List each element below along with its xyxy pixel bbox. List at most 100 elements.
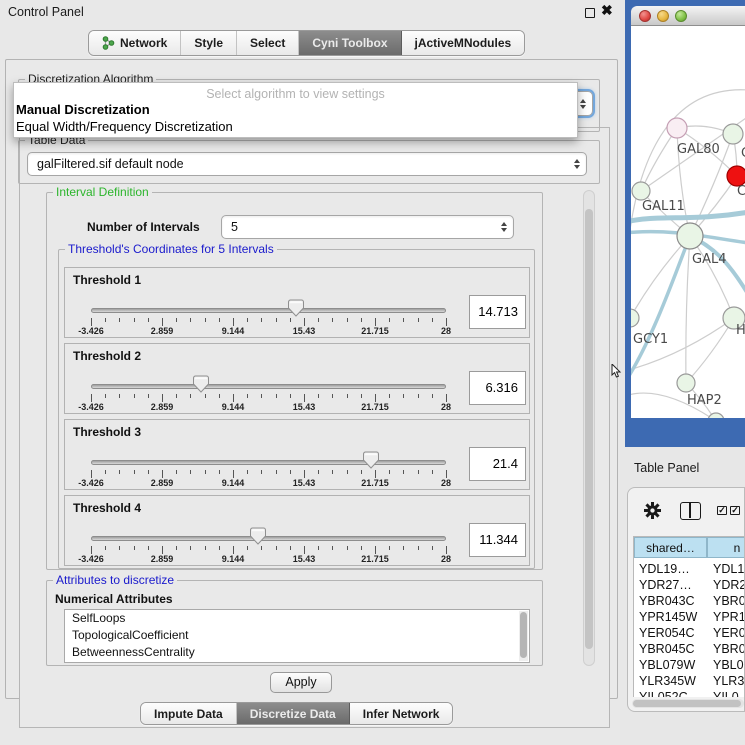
zoom-traffic-light-icon[interactable] — [675, 10, 687, 22]
cell-name: YBR0 — [713, 642, 745, 656]
tab-network[interactable]: Network — [89, 31, 181, 55]
tab-label: Infer Network — [363, 707, 440, 721]
apply-button[interactable]: Apply — [270, 672, 332, 693]
bottom-tabstrip: Impute DataDiscretize Data Infer Network — [140, 702, 453, 725]
attribute-item[interactable]: SelfLoops — [65, 610, 529, 627]
column-visibility-icon[interactable] — [680, 502, 701, 520]
table-row[interactable]: YIL052C YIL0 — [634, 690, 745, 697]
network-graph: GAL80GCGAL11GAL4GCY1HHAP2 — [631, 26, 745, 418]
panel-vertical-scrollbar[interactable] — [583, 190, 595, 666]
threshold-value-field[interactable]: 21.4 — [469, 447, 526, 481]
cell-shared-name: YDL19… — [639, 562, 690, 576]
thresholds-group: Threshold's Coordinates for 5 Intervals … — [58, 249, 535, 569]
network-node[interactable] — [727, 166, 745, 186]
cell-shared-name: YBL079W — [639, 658, 695, 672]
column-header-shared-name[interactable]: shared… — [634, 537, 707, 558]
checkbox-checked-icon[interactable]: ✓ — [717, 506, 727, 515]
cell-name: YIL0 — [713, 690, 739, 697]
table-row[interactable]: YDL19…YDL1 — [634, 562, 745, 578]
cell-shared-name: YIL052C — [639, 690, 688, 697]
algorithm-dropdown-popup: Select algorithm to view settings Manual… — [13, 82, 578, 138]
threshold-label: Threshold 4 — [73, 501, 141, 515]
table-row[interactable]: YBR045CYBR0 — [634, 642, 745, 658]
interval-definition-group: Interval Definition Number of Intervals … — [46, 192, 543, 570]
slider-thumb[interactable] — [288, 299, 304, 317]
table-row[interactable]: YER054CYER0 — [634, 626, 745, 642]
checkbox-checked-icon[interactable]: ✓ — [730, 506, 740, 515]
tab-discretize-data[interactable]: Discretize Data — [237, 703, 350, 724]
attribute-item[interactable]: TopologicalCoefficient — [65, 627, 529, 644]
threshold-panel: Threshold 2-3.4262.8599.14415.4321.71528… — [64, 343, 530, 414]
network-window-titlebar[interactable] — [631, 6, 745, 26]
control-panel-titlebar: Control Panel ✖ — [0, 0, 620, 24]
tab-label: jActiveMNodules — [415, 36, 512, 50]
table-row[interactable]: YBR043CYBR0 — [634, 594, 745, 610]
slider-track[interactable] — [91, 384, 446, 389]
tab-impute-data[interactable]: Impute Data — [141, 703, 237, 724]
tab-label: Cyni Toolbox — [312, 36, 387, 50]
algorithm-option[interactable]: Manual Discretization — [14, 101, 577, 118]
number-of-intervals-label: Number of Intervals — [87, 220, 200, 234]
network-node[interactable] — [677, 374, 695, 392]
interval-definition-label: Interval Definition — [53, 185, 152, 199]
combo-spinner-icon — [580, 92, 586, 115]
network-canvas[interactable]: GAL80GCGAL11GAL4GCY1HHAP2 — [631, 26, 745, 418]
cell-shared-name: YLR345W — [639, 674, 696, 688]
network-node[interactable] — [632, 182, 650, 200]
slider-thumb[interactable] — [193, 375, 209, 393]
tab-select[interactable]: Select — [237, 31, 299, 55]
number-of-intervals-combo[interactable]: 5 — [221, 215, 514, 239]
panel-title: Control Panel — [8, 5, 84, 19]
threshold-value-field[interactable]: 11.344 — [469, 523, 526, 557]
cell-shared-name: YBR043C — [639, 594, 695, 608]
cell-name: YLR3 — [713, 674, 744, 688]
float-window-icon[interactable] — [585, 8, 595, 18]
close-icon[interactable]: ✖ — [601, 2, 613, 19]
slider-track[interactable] — [91, 536, 446, 541]
column-header-name[interactable]: n — [707, 537, 745, 558]
close-traffic-light-icon[interactable] — [639, 10, 651, 22]
network-node[interactable] — [708, 413, 724, 418]
table-data-combo-value: galFiltered.sif default node — [37, 157, 184, 171]
table-horizontal-scrollbar[interactable] — [632, 699, 744, 708]
slider-thumb[interactable] — [250, 527, 266, 545]
network-node[interactable] — [723, 124, 743, 144]
table-row[interactable]: YBL079WYBL0 — [634, 658, 745, 674]
algorithm-hint-item[interactable]: Select algorithm to view settings — [14, 83, 577, 101]
tab-cyni-toolbox[interactable]: Cyni Toolbox — [299, 31, 401, 55]
threshold-panel: Threshold 3 -3.4262.8599.14415.4321.71528… — [64, 419, 530, 490]
threshold-label: Threshold 3 — [73, 425, 141, 439]
node-label: GAL80 — [677, 142, 720, 157]
table-row[interactable]: YDR27…YDR2 — [634, 578, 745, 594]
threshold-value-field[interactable]: 14.713 — [469, 295, 526, 329]
numerical-attributes-list[interactable]: SelfLoopsTopologicalCoefficientBetweenne… — [64, 609, 530, 663]
mouse-cursor — [611, 364, 622, 379]
network-view-window: GAL80GCGAL11GAL4GCY1HHAP2 — [625, 0, 745, 447]
slider-track[interactable] — [91, 308, 446, 313]
top-tabstrip: NetworkStyleSelect Cyni Toolbox jActiveMNo… — [88, 30, 525, 56]
table-data-combo[interactable]: galFiltered.sif default node — [27, 152, 587, 176]
algorithm-option[interactable]: Equal Width/Frequency Discretization — [14, 118, 577, 135]
cell-name: YPR1 — [713, 610, 745, 624]
slider-tick-labels: -3.4262.8599.14415.4321.71528 — [91, 554, 446, 565]
threshold-panel: Threshold 1-3.4262.8599.14415.4321.71528… — [64, 267, 530, 338]
tab-jactivemnodules[interactable]: jActiveMNodules — [402, 31, 525, 55]
table-toolbar: ✓ ✓ — [628, 488, 745, 532]
tab-style[interactable]: Style — [181, 31, 237, 55]
network-node[interactable] — [677, 223, 703, 249]
gear-icon[interactable] — [644, 502, 661, 519]
threshold-value-field[interactable]: 6.316 — [469, 371, 526, 405]
minimize-traffic-light-icon[interactable] — [657, 10, 669, 22]
slider-track[interactable] — [91, 460, 446, 465]
network-edge — [631, 236, 690, 318]
table-data-group: Table Data galFiltered.sif default node — [18, 140, 600, 184]
table-row[interactable]: YLR345W YLR3 — [634, 674, 745, 690]
slider-thumb[interactable] — [363, 451, 379, 469]
slider-tick-labels: -3.4262.8599.14415.4321.71528 — [91, 478, 446, 489]
attribute-item[interactable]: BetweennessCentrality — [65, 644, 529, 661]
network-node[interactable] — [631, 309, 639, 327]
tab-infer-network[interactable]: Infer Network — [350, 703, 453, 724]
network-node[interactable] — [667, 118, 687, 138]
table-row[interactable]: YPR145WYPR1 — [634, 610, 745, 626]
attributes-scrollbar[interactable] — [519, 611, 528, 661]
